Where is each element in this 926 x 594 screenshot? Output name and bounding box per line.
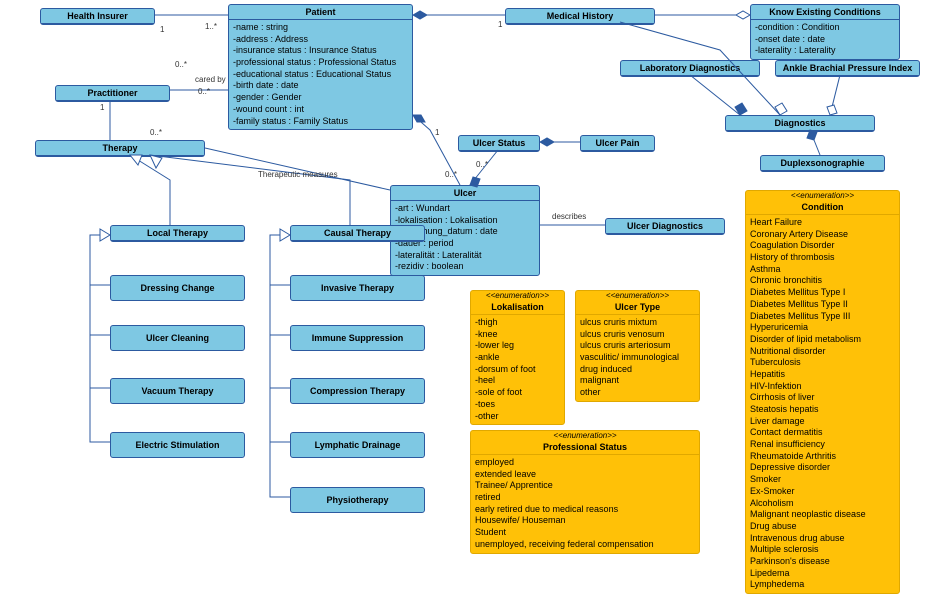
class-title: Electric Stimulation <box>111 438 244 452</box>
class-title: Know Existing Conditions <box>751 5 899 20</box>
enum-stereo: <<enumeration>> <box>471 291 564 300</box>
class-ulcer-status[interactable]: Ulcer Status <box>458 135 540 152</box>
class-known-conditions[interactable]: Know Existing Conditions -condition : Co… <box>750 4 900 60</box>
mult-label: 1 <box>100 103 104 112</box>
class-ankle-brachial[interactable]: Ankle Brachial Pressure Index <box>775 60 920 77</box>
mult-label: 1 <box>435 128 439 137</box>
class-health-insurer[interactable]: Health Insurer <box>40 8 155 25</box>
class-title: Ulcer Status <box>459 136 539 151</box>
class-electric-stimulation[interactable]: Electric Stimulation <box>110 432 245 458</box>
mult-label: 0..* <box>150 128 162 137</box>
class-title: Ulcer Cleaning <box>111 331 244 345</box>
class-lab-diagnostics[interactable]: Laboratory Diagnostics <box>620 60 760 77</box>
class-attrs: -name : string -address : Address -insur… <box>229 20 412 129</box>
class-title: Physiotherapy <box>291 493 424 507</box>
enum-stereo: <<enumeration>> <box>746 191 899 200</box>
class-attrs: -condition : Condition -onset date : dat… <box>751 20 899 59</box>
enum-attrs: ulcus cruris mixtum ulcus cruris venosum… <box>576 315 699 401</box>
mult-label: 0..* <box>445 170 457 179</box>
class-physiotherapy[interactable]: Physiotherapy <box>290 487 425 513</box>
class-title: Vacuum Therapy <box>111 384 244 398</box>
class-title: Ankle Brachial Pressure Index <box>776 61 919 76</box>
class-title: Ulcer <box>391 186 539 201</box>
enum-title: Professional Status <box>471 440 699 455</box>
class-title: Local Therapy <box>111 226 244 241</box>
class-therapy[interactable]: Therapy <box>35 140 205 157</box>
enum-ulcer-type[interactable]: <<enumeration>> Ulcer Type ulcus cruris … <box>575 290 700 402</box>
assoc-label: Therapeutic measures <box>258 170 338 179</box>
class-title: Diagnostics <box>726 116 874 131</box>
class-title: Practitioner <box>56 86 169 101</box>
class-local-therapy[interactable]: Local Therapy <box>110 225 245 242</box>
class-compression-therapy[interactable]: Compression Therapy <box>290 378 425 404</box>
enum-lokalisation[interactable]: <<enumeration>> Lokalisation -thigh -kne… <box>470 290 565 425</box>
class-title: Duplexsonographie <box>761 156 884 171</box>
class-title: Compression Therapy <box>291 384 424 398</box>
enum-professional-status[interactable]: <<enumeration>> Professional Status empl… <box>470 430 700 554</box>
class-dressing-change[interactable]: Dressing Change <box>110 275 245 301</box>
class-title: Medical History <box>506 9 654 24</box>
mult-label: 1 <box>160 25 164 34</box>
class-title: Patient <box>229 5 412 20</box>
class-vacuum-therapy[interactable]: Vacuum Therapy <box>110 378 245 404</box>
class-duplexsono[interactable]: Duplexsonographie <box>760 155 885 172</box>
mult-label: 0..* <box>175 60 187 69</box>
class-immune-suppression[interactable]: Immune Suppression <box>290 325 425 351</box>
mult-label: 1 <box>498 20 502 29</box>
class-title: Immune Suppression <box>291 331 424 345</box>
enum-attrs: Heart Failure Coronary Artery Disease Co… <box>746 215 899 593</box>
class-medical-history[interactable]: Medical History <box>505 8 655 25</box>
class-ulcer-pain[interactable]: Ulcer Pain <box>580 135 655 152</box>
enum-attrs: -thigh -knee -lower leg -ankle -dorsum o… <box>471 315 564 424</box>
class-title: Ulcer Pain <box>581 136 654 151</box>
enum-title: Ulcer Type <box>576 300 699 315</box>
class-title: Causal Therapy <box>291 226 424 241</box>
class-title: Laboratory Diagnostics <box>621 61 759 76</box>
class-title: Ulcer Diagnostics <box>606 219 724 234</box>
class-title: Lymphatic Drainage <box>291 438 424 452</box>
class-ulcer-diagnostics[interactable]: Ulcer Diagnostics <box>605 218 725 235</box>
class-patient[interactable]: Patient -name : string -address : Addres… <box>228 4 413 130</box>
class-title: Invasive Therapy <box>291 281 424 295</box>
enum-attrs: employed extended leave Trainee/ Apprent… <box>471 455 699 553</box>
mult-label: 1..* <box>205 22 217 31</box>
class-diagnostics[interactable]: Diagnostics <box>725 115 875 132</box>
mult-label: 0..* <box>476 160 488 169</box>
assoc-label: describes <box>552 212 586 221</box>
enum-title: Lokalisation <box>471 300 564 315</box>
class-invasive-therapy[interactable]: Invasive Therapy <box>290 275 425 301</box>
enum-condition[interactable]: <<enumeration>> Condition Heart Failure … <box>745 190 900 594</box>
enum-stereo: <<enumeration>> <box>471 431 699 440</box>
enum-title: Condition <box>746 200 899 215</box>
assoc-label: cared by <box>195 75 226 84</box>
class-ulcer-cleaning[interactable]: Ulcer Cleaning <box>110 325 245 351</box>
class-practitioner[interactable]: Practitioner <box>55 85 170 102</box>
class-title: Therapy <box>36 141 204 156</box>
class-title: Health Insurer <box>41 9 154 24</box>
mult-label: 0..* <box>198 87 210 96</box>
class-lymphatic-drainage[interactable]: Lymphatic Drainage <box>290 432 425 458</box>
class-title: Dressing Change <box>111 281 244 295</box>
class-causal-therapy[interactable]: Causal Therapy <box>290 225 425 242</box>
enum-stereo: <<enumeration>> <box>576 291 699 300</box>
